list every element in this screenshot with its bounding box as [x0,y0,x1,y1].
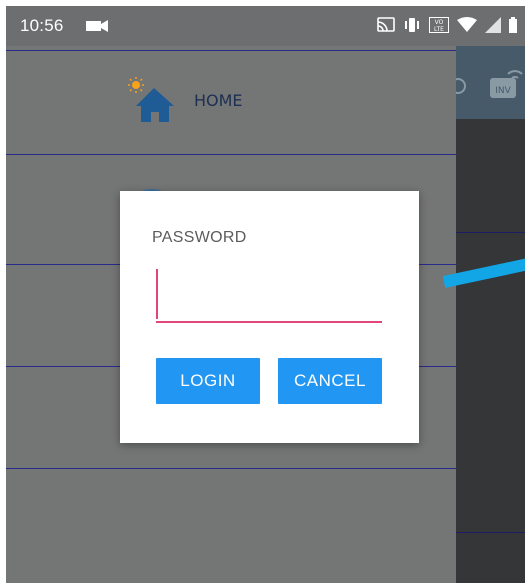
svg-text:VO: VO [435,19,444,26]
cancel-button[interactable]: CANCEL [278,358,382,404]
drawer-divider [6,468,456,469]
battery-icon [509,17,517,33]
app-divider [456,532,525,533]
vibrate-icon [405,18,419,32]
drawer-item-home[interactable]: HOME [126,76,243,124]
drawer-divider [6,50,456,51]
status-bar: 10:56 VO LTE [6,6,525,46]
status-icons: VO LTE [377,17,517,33]
password-input[interactable] [156,267,382,323]
svg-text:LTE: LTE [434,26,444,33]
wifi-icon [457,17,477,32]
svg-text:INV: INV [495,86,511,96]
signal-icon [485,17,501,33]
home-icon [128,77,174,122]
app-divider [456,232,525,233]
dialog-title: PASSWORD [152,229,247,246]
password-dialog: PASSWORD LOGIN CANCEL [120,191,419,443]
app-content-background: INV [452,46,525,583]
phone-screen: 10:56 VO LTE INV HOME PASSWORD LOGIN CAN… [6,6,525,583]
text-caret [156,269,158,319]
video-camera-icon [86,20,108,32]
status-time: 10:56 [20,16,64,35]
drawer-divider [6,154,456,155]
drawer-item-label: HOME [194,90,243,110]
inverter-wifi-icon[interactable]: INV [486,64,525,104]
app-toolbar: INV [452,46,525,119]
login-button[interactable]: LOGIN [156,358,260,404]
cast-icon [377,17,395,32]
volte-icon: VO LTE [429,17,449,33]
